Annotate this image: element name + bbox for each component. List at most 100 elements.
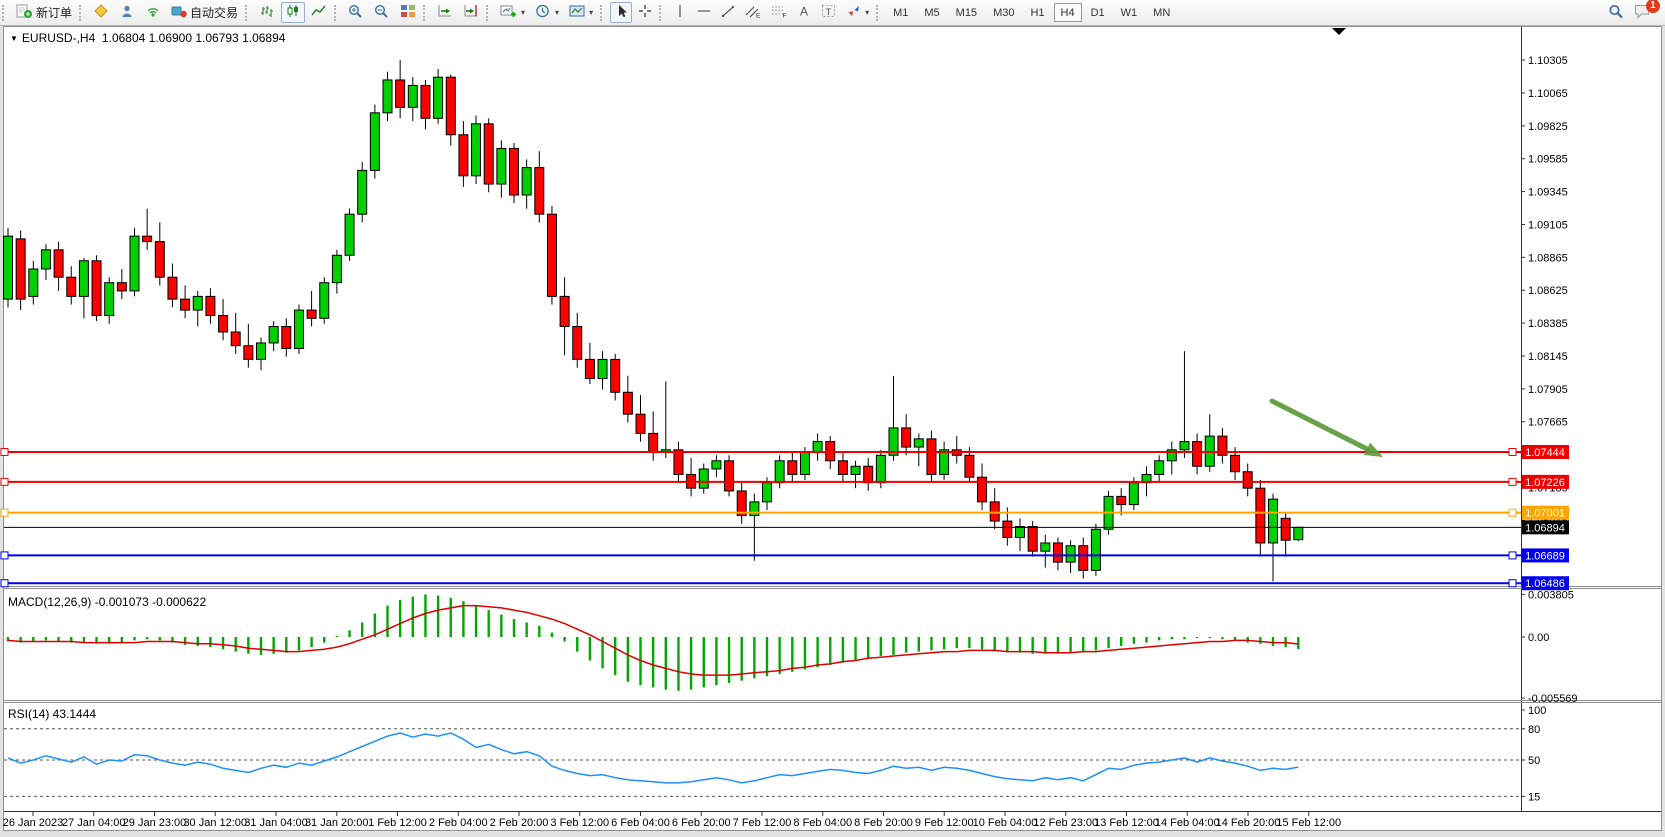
- price-tag-label: 1.06486: [1525, 578, 1565, 590]
- cursor-icon: [614, 4, 628, 21]
- candle-body: [535, 168, 544, 215]
- trendline-button[interactable]: [717, 2, 739, 23]
- candle-body: [699, 469, 708, 488]
- signals-button[interactable]: [141, 2, 165, 23]
- text-label-icon: T: [821, 4, 836, 21]
- text-button[interactable]: A: [793, 2, 815, 23]
- date-label: 29 Jan 23:00: [123, 817, 187, 829]
- chevron-down-icon[interactable]: ▾: [521, 8, 525, 17]
- toolbar-grip: [2, 5, 9, 21]
- candle-body: [4, 236, 13, 299]
- candle-body: [674, 450, 683, 475]
- svg-text:T: T: [826, 7, 832, 18]
- hline-handle[interactable]: [1, 580, 8, 587]
- text-label-button[interactable]: T: [817, 2, 840, 23]
- toolbar-group: [254, 0, 332, 25]
- date-label: 12 Feb 23:00: [1033, 817, 1098, 829]
- arrows-button[interactable]: ▾: [842, 2, 873, 23]
- chart-shift-button[interactable]: [459, 2, 483, 23]
- price-axis-label: 1.08385: [1528, 318, 1568, 330]
- hline-handle[interactable]: [1509, 478, 1516, 485]
- auto-trading-button[interactable]: 自动交易: [167, 2, 242, 23]
- auto-trading-button-label: 自动交易: [190, 4, 238, 21]
- price-axis-label: 1.09105: [1528, 219, 1568, 231]
- metaeditor-button[interactable]: [89, 2, 113, 23]
- timeframe-m15-button[interactable]: M15: [949, 3, 984, 22]
- candle-body: [257, 343, 266, 359]
- notifications-button[interactable]: 1: [1630, 2, 1655, 23]
- hline-handle[interactable]: [1509, 509, 1516, 516]
- date-label: 31 Jan 20:00: [305, 817, 369, 829]
- tile-windows-button[interactable]: [396, 2, 420, 23]
- hline-handle[interactable]: [1, 449, 8, 456]
- candle-body: [332, 255, 341, 282]
- candle-body: [1256, 488, 1265, 543]
- hline-handle[interactable]: [1, 478, 8, 485]
- timeframe-h1-button[interactable]: H1: [1023, 3, 1051, 22]
- timeframe-h4-button[interactable]: H4: [1054, 3, 1082, 22]
- zoom-out-button[interactable]: [370, 2, 394, 23]
- timeframe-d1-button[interactable]: D1: [1084, 3, 1112, 22]
- price-tag-label: 1.07001: [1525, 508, 1565, 520]
- hline-handle[interactable]: [1, 552, 8, 559]
- candle-body: [269, 327, 278, 343]
- timeframe-w1-button[interactable]: W1: [1114, 3, 1145, 22]
- auto-scroll-button[interactable]: [433, 2, 457, 23]
- hline-handle[interactable]: [1509, 552, 1516, 559]
- search-button[interactable]: [1604, 2, 1628, 23]
- timeframe-m30-button[interactable]: M30: [986, 3, 1021, 22]
- periods-button[interactable]: ▾: [531, 2, 563, 23]
- hline-handle[interactable]: [1509, 580, 1516, 587]
- horizontal-line-button[interactable]: [693, 2, 715, 23]
- crosshair-button[interactable]: [634, 2, 656, 23]
- date-label: 8 Feb 04:00: [793, 817, 852, 829]
- candle-body: [1003, 521, 1012, 537]
- date-label: 7 Feb 12:00: [733, 817, 792, 829]
- template-icon: [569, 4, 585, 21]
- candle-body: [623, 392, 632, 414]
- cursor-button[interactable]: [610, 2, 632, 23]
- candle-body: [1117, 496, 1126, 504]
- templates-button[interactable]: ▾: [565, 2, 597, 23]
- candle-body: [41, 250, 50, 269]
- chevron-down-icon[interactable]: ▾: [865, 8, 869, 17]
- channel-button[interactable]: E: [741, 2, 765, 23]
- chevron-down-icon[interactable]: ▼: [10, 34, 18, 43]
- timeframe-m5-button[interactable]: M5: [917, 3, 946, 22]
- candle-body: [307, 310, 316, 318]
- candle-body: [838, 461, 847, 475]
- toolbar-group: [609, 0, 657, 25]
- svg-text:A: A: [800, 5, 808, 19]
- vertical-line-button[interactable]: [669, 2, 691, 23]
- macd-axis-label: 0.003805: [1528, 589, 1574, 601]
- hline-handle[interactable]: [1509, 449, 1516, 456]
- new-order-button[interactable]: 新订单: [12, 2, 76, 23]
- date-label: 31 Jan 04:00: [244, 817, 308, 829]
- candle-body: [1028, 527, 1037, 552]
- chevron-down-icon[interactable]: ▾: [555, 8, 559, 17]
- timeframe-mn-button[interactable]: MN: [1146, 3, 1177, 22]
- zoom-in-button[interactable]: [344, 2, 368, 23]
- hline-handle[interactable]: [1, 509, 8, 516]
- chevron-down-icon[interactable]: ▾: [589, 8, 593, 17]
- candle-body: [1079, 546, 1088, 571]
- new-order-button-label: 新订单: [36, 4, 72, 21]
- candle-body: [143, 236, 152, 241]
- candle-chart-button[interactable]: [281, 2, 305, 23]
- new-chart-button[interactable]: ▾: [496, 2, 529, 23]
- candle-body: [1016, 527, 1025, 538]
- candle-body: [712, 461, 721, 469]
- candle-body: [92, 261, 101, 316]
- candle-body: [573, 327, 582, 360]
- market-watch-button[interactable]: [115, 2, 139, 23]
- fibonacci-button[interactable]: F: [767, 2, 791, 23]
- line-chart-button[interactable]: [307, 2, 331, 23]
- date-label: 6 Feb 20:00: [672, 817, 731, 829]
- candle-body: [294, 310, 303, 348]
- bar-chart-button[interactable]: [255, 2, 279, 23]
- candle-body: [522, 168, 531, 195]
- timeframe-m1-button[interactable]: M1: [886, 3, 915, 22]
- date-label: 27 Jan 04:00: [62, 817, 126, 829]
- date-label: 9 Feb 12:00: [915, 817, 974, 829]
- price-axis-label: 1.09345: [1528, 187, 1568, 199]
